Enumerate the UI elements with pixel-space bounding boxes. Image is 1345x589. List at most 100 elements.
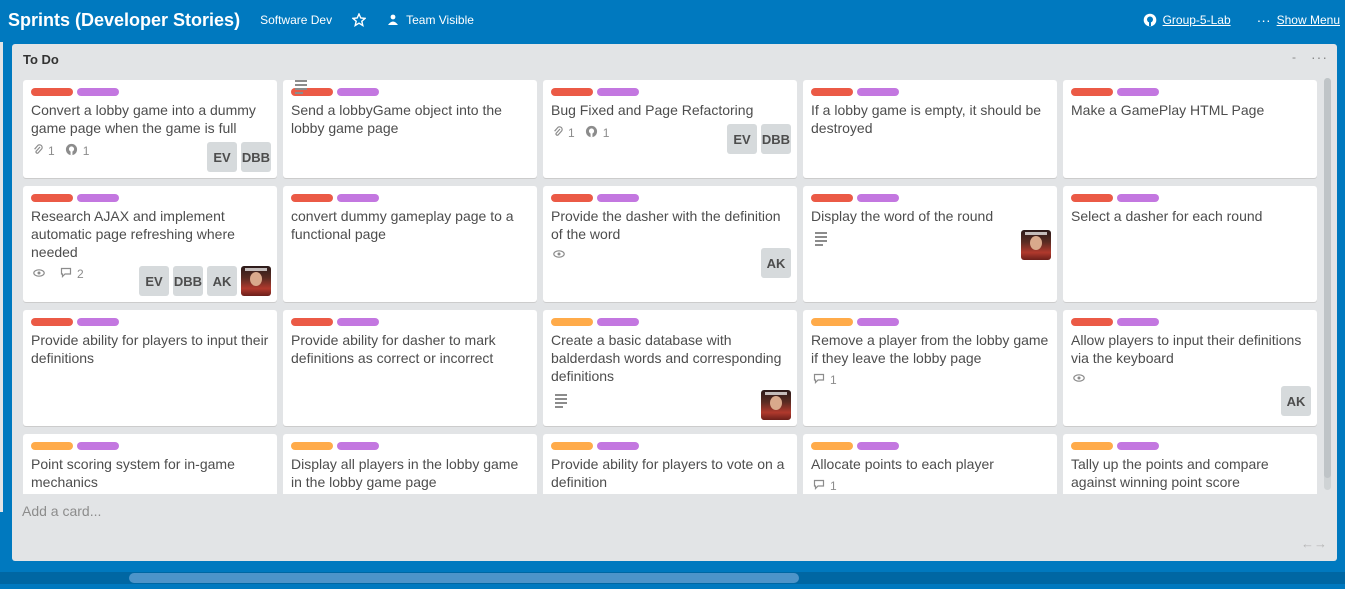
- member-avatar[interactable]: AK: [207, 266, 237, 296]
- card[interactable]: Make a GamePlay HTML Page: [1063, 80, 1317, 178]
- member-avatar[interactable]: AK: [761, 248, 791, 278]
- card[interactable]: Select a dasher for each round: [1063, 186, 1317, 302]
- card-labels: [291, 194, 379, 202]
- member-photo-avatar[interactable]: [1021, 230, 1051, 260]
- card-badges: 2: [33, 267, 94, 281]
- member-avatar[interactable]: AK: [1281, 386, 1311, 416]
- member-avatar[interactable]: DBB: [761, 124, 791, 154]
- card-labels: [31, 318, 119, 326]
- card-members: [761, 390, 791, 420]
- show-menu-button[interactable]: ··· Show Menu: [1257, 12, 1340, 28]
- github-icon: [65, 143, 78, 159]
- paperclip-icon: [33, 143, 43, 159]
- card[interactable]: Allocate points to each player 1: [803, 434, 1057, 494]
- attachments-badge: 1: [33, 143, 55, 159]
- card[interactable]: Send a lobbyGame object into the lobby g…: [283, 80, 537, 178]
- card-title: Provide ability for players to input the…: [31, 332, 269, 366]
- attachments-count: 1: [568, 126, 575, 140]
- list-title[interactable]: To Do: [23, 52, 59, 67]
- card-labels: [1071, 88, 1159, 96]
- label-red: [1071, 88, 1113, 96]
- label-red: [31, 318, 73, 326]
- board-scroll-thumb[interactable]: [129, 573, 799, 583]
- watch-badge: [33, 268, 50, 281]
- comment-icon: [813, 373, 825, 387]
- card-title: convert dummy gameplay page to a functio…: [291, 208, 514, 242]
- card[interactable]: Provide ability for players to vote on a…: [543, 434, 797, 494]
- card-title: If a lobby game is empty, it should be d…: [811, 102, 1042, 136]
- team-button[interactable]: Software Dev: [260, 13, 332, 27]
- member-photo-avatar[interactable]: [761, 390, 791, 420]
- list-scroll-thumb[interactable]: [1324, 78, 1331, 478]
- card[interactable]: Convert a lobby game into a dummy game p…: [23, 80, 277, 178]
- board-title[interactable]: Sprints (Developer Stories): [8, 10, 240, 31]
- list-scrollbar[interactable]: [1324, 78, 1331, 490]
- card[interactable]: If a lobby game is empty, it should be d…: [803, 80, 1057, 178]
- label-red: [31, 194, 73, 202]
- star-button[interactable]: [352, 13, 367, 27]
- label-red: [1071, 194, 1113, 202]
- label-orange: [811, 318, 853, 326]
- label-purple: [597, 442, 639, 450]
- board-scrollbar[interactable]: [0, 572, 1345, 584]
- card-labels: [551, 88, 639, 96]
- add-card-button[interactable]: Add a card...: [22, 503, 101, 519]
- label-purple: [1117, 194, 1159, 202]
- org-name: Group-5-Lab: [1162, 13, 1231, 27]
- card[interactable]: Provide ability for players to input the…: [23, 310, 277, 426]
- visibility-button[interactable]: Team Visible: [386, 13, 474, 27]
- card[interactable]: Provide ability for dasher to mark defin…: [283, 310, 537, 426]
- card-labels: [551, 318, 639, 326]
- member-photo-avatar[interactable]: [241, 266, 271, 296]
- watch-badge: [553, 249, 570, 262]
- card-title: Point scoring system for in-game mechani…: [31, 456, 235, 490]
- label-purple: [857, 442, 899, 450]
- label-purple: [337, 442, 379, 450]
- card[interactable]: Display the word of the round: [803, 186, 1057, 302]
- card-labels: [1071, 194, 1159, 202]
- card-title: Select a dasher for each round: [1071, 208, 1263, 224]
- label-purple: [857, 194, 899, 202]
- card[interactable]: Bug Fixed and Page Refactoring 1 1 EV DBB: [543, 80, 797, 178]
- github-count: 1: [82, 144, 90, 158]
- member-avatar[interactable]: EV: [727, 124, 757, 154]
- list-collapse-button[interactable]: -: [1292, 50, 1296, 64]
- label-purple: [597, 88, 639, 96]
- member-avatar[interactable]: EV: [207, 142, 237, 172]
- card-labels: [1071, 318, 1159, 326]
- card[interactable]: Tally up the points and compare against …: [1063, 434, 1317, 494]
- card-title: Allocate points to each player: [811, 456, 994, 472]
- card-labels: [551, 194, 639, 202]
- label-purple: [337, 194, 379, 202]
- card-badges: 11: [553, 125, 619, 141]
- org-link[interactable]: Group-5-Lab: [1143, 13, 1231, 27]
- card[interactable]: Create a basic database with balderdash …: [543, 310, 797, 426]
- card[interactable]: Point scoring system for in-game mechani…: [23, 434, 277, 494]
- card[interactable]: Research AJAX and implement automatic pa…: [23, 186, 277, 302]
- label-orange: [1071, 442, 1113, 450]
- list-menu-button[interactable]: ···: [1311, 49, 1328, 65]
- label-purple: [77, 194, 119, 202]
- label-purple: [77, 442, 119, 450]
- label-red: [1071, 318, 1113, 326]
- card-members: AK: [1281, 386, 1311, 416]
- comments-count: 2: [77, 267, 84, 281]
- card-members: EV DBB: [727, 124, 791, 154]
- github-icon: [585, 125, 598, 141]
- label-red: [31, 88, 73, 96]
- card-labels: [811, 194, 899, 202]
- card[interactable]: Remove a player from the lobby game if t…: [803, 310, 1057, 426]
- attachments-badge: 1: [553, 125, 575, 141]
- card[interactable]: convert dummy gameplay page to a functio…: [283, 186, 537, 302]
- member-avatar[interactable]: DBB: [173, 266, 203, 296]
- card-labels: [811, 318, 899, 326]
- eye-icon: [1073, 373, 1085, 386]
- label-red: [291, 194, 333, 202]
- member-avatar[interactable]: DBB: [241, 142, 271, 172]
- card[interactable]: Display all players in the lobby game in…: [283, 434, 537, 494]
- card[interactable]: Provide the dasher with the definition o…: [543, 186, 797, 302]
- card-title: Provide the dasher with the definition o…: [551, 208, 781, 242]
- card[interactable]: Allow players to input their definitions…: [1063, 310, 1317, 426]
- card-title: Bug Fixed and Page Refactoring: [551, 102, 754, 118]
- member-avatar[interactable]: EV: [139, 266, 169, 296]
